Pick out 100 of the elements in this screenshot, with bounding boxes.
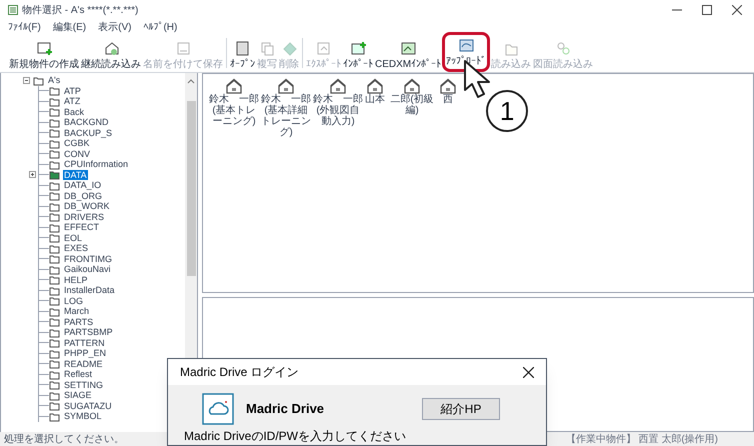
tree-item[interactable]: CPUInformation xyxy=(63,159,130,170)
folder-icon xyxy=(49,106,61,118)
tree-item[interactable]: ATZ xyxy=(63,96,82,106)
folder-icon xyxy=(49,326,61,338)
house-icon[interactable] xyxy=(277,78,295,94)
tree-item[interactable]: EFFECT xyxy=(63,222,100,232)
tree-item[interactable]: DATA_IO xyxy=(63,180,102,190)
tree-item[interactable]: DATA xyxy=(63,170,88,180)
intro-hp-button[interactable]: 紹介HP xyxy=(422,398,500,420)
house-icon[interactable] xyxy=(102,40,120,57)
tree-item[interactable]: BACKUP_S xyxy=(63,128,114,138)
tree-item[interactable]: EOL xyxy=(63,232,84,243)
window-title: 物件選択 - A's ****(*.**.***) xyxy=(22,4,138,18)
project-label[interactable]: 鈴木 一郎(基本トレーニング) xyxy=(209,94,259,127)
toolbar-button[interactable]: CEDXMｲﾝﾎﾟｰﾄ xyxy=(374,40,442,72)
close-icon[interactable] xyxy=(732,5,742,15)
menu-item[interactable]: 編集(E) xyxy=(52,20,86,35)
tree-item[interactable]: InstallerData xyxy=(63,285,116,296)
tree-item[interactable]: EXES xyxy=(63,243,90,254)
tree-item[interactable]: DB_ORG xyxy=(63,190,104,201)
scroll-up-icon[interactable] xyxy=(187,77,195,85)
tree-item[interactable]: ATP xyxy=(63,86,82,96)
tree-item[interactable]: README xyxy=(63,358,104,369)
tree-item[interactable]: A's xyxy=(47,75,62,86)
folder-icon xyxy=(49,264,61,275)
tree-item[interactable]: CONV xyxy=(63,148,92,159)
app-icon xyxy=(8,5,18,15)
folder-icon xyxy=(49,190,61,202)
dialog-title: Madric Drive ログイン xyxy=(180,364,299,381)
folder-icon xyxy=(49,200,61,212)
image-icon[interactable] xyxy=(400,40,417,57)
tree-item[interactable]: HELP xyxy=(63,274,89,285)
toolbar-button[interactable]: 新規物件の作成 xyxy=(8,40,80,72)
tree-item[interactable]: SIAGE xyxy=(63,390,93,400)
tree-item[interactable]: DRIVERS xyxy=(63,212,106,222)
tree-item[interactable]: Reflest xyxy=(63,369,94,380)
tree-item[interactable]: DB_WORK xyxy=(63,201,111,212)
project-label[interactable]: 二郎(初級編) xyxy=(387,94,437,116)
folder-icon xyxy=(49,242,61,254)
folder-icon xyxy=(49,400,61,412)
import-icon[interactable] xyxy=(350,40,366,57)
menu-item[interactable]: ﾍﾙﾌﾟ(H) xyxy=(143,20,178,35)
folder-icon xyxy=(49,127,61,138)
folder-icon xyxy=(49,116,61,128)
folder-icon xyxy=(33,74,45,86)
toolbar-button[interactable]: 継続読み込み xyxy=(80,40,142,72)
folder-icon xyxy=(49,148,61,160)
cloud-logo-icon xyxy=(202,393,234,425)
tree-item[interactable]: PATTERN xyxy=(63,338,106,348)
house-icon[interactable] xyxy=(439,78,457,94)
folder-icon xyxy=(49,211,61,222)
house-icon[interactable] xyxy=(225,78,243,94)
tree-item[interactable]: SUGATAZU xyxy=(63,400,113,411)
tree-item[interactable]: SETTING xyxy=(63,380,104,390)
tree-item[interactable]: PARTSBMP xyxy=(63,327,114,338)
tree-item[interactable]: BACKGND xyxy=(63,117,110,128)
menu-item[interactable]: ﾌｧｲﾙ(F) xyxy=(8,20,41,35)
folder-icon xyxy=(49,379,61,390)
folder-icon xyxy=(49,358,61,370)
project-label[interactable]: 鈴木 一郎(外観図自動入力) xyxy=(313,94,363,127)
new-document-icon[interactable] xyxy=(36,40,52,57)
expand-icon[interactable] xyxy=(29,171,36,178)
product-name: Madric Drive xyxy=(246,400,324,418)
tree-item[interactable]: PARTS xyxy=(63,316,94,327)
tree-item[interactable]: LOG xyxy=(63,296,84,306)
folder-icon xyxy=(49,222,61,233)
project-label[interactable]: 山本 xyxy=(365,94,385,105)
folder-icon xyxy=(49,158,61,170)
tree-item[interactable]: Back xyxy=(63,106,86,117)
folder-icon xyxy=(49,295,61,306)
house-icon[interactable] xyxy=(403,78,421,94)
tree-item[interactable]: GaikouNavi xyxy=(63,264,112,274)
toolbar-button[interactable]: ｵｰﾌﾟﾝ xyxy=(229,40,256,72)
folder-icon xyxy=(49,348,61,359)
folder-icon xyxy=(49,85,61,96)
tree-item[interactable]: March xyxy=(63,306,90,316)
menu-item[interactable]: 表示(V) xyxy=(98,20,132,35)
folder-icon xyxy=(49,284,61,296)
maximize-icon[interactable] xyxy=(702,5,712,15)
project-label[interactable]: 鈴木 一郎(基本詳細トレーニング) xyxy=(261,94,311,138)
current-project: 【作業中物件】 西置 太郎(操作用) xyxy=(566,432,718,446)
folder-icon xyxy=(49,316,61,328)
cloud-icon[interactable] xyxy=(458,37,475,54)
scrollbar-thumb[interactable] xyxy=(186,101,196,276)
house-icon[interactable] xyxy=(366,78,384,94)
folder-icon xyxy=(49,274,61,286)
folder-icon xyxy=(49,390,61,401)
folder-icon xyxy=(49,138,61,149)
close-icon[interactable] xyxy=(523,366,534,378)
status-message: 処理を選択してください。 xyxy=(4,432,124,446)
toolbar-button[interactable]: ｲﾝﾎﾟｰﾄ xyxy=(342,40,374,72)
tree-item[interactable]: SYMBOL xyxy=(63,411,103,422)
tree-item[interactable]: FRONTIMG xyxy=(63,254,113,264)
folder-icon xyxy=(49,337,61,348)
tree-item[interactable]: PHPP_EN xyxy=(63,348,108,358)
house-icon[interactable] xyxy=(329,78,347,94)
step-number: 1 xyxy=(486,90,528,132)
project-label[interactable]: 西 xyxy=(443,94,453,105)
tree-item[interactable]: CGBK xyxy=(63,138,91,148)
collapse-icon[interactable] xyxy=(23,76,30,84)
